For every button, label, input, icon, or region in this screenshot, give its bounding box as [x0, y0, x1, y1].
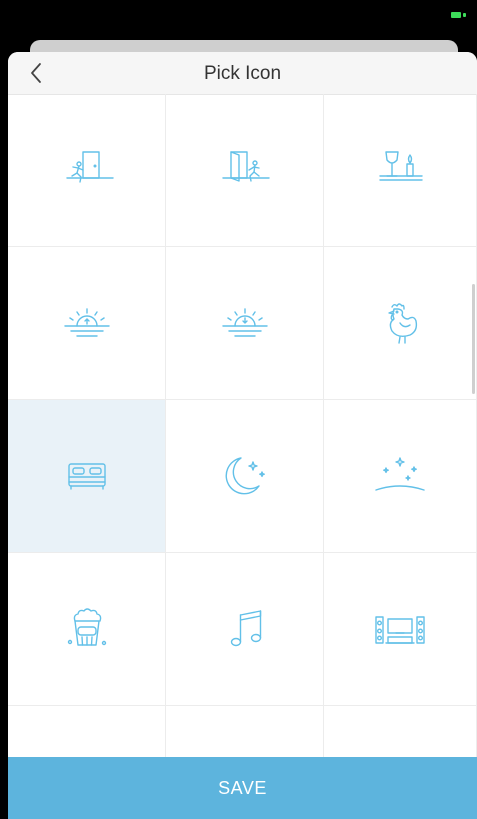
rooster-icon	[388, 303, 418, 344]
icon-cell-empty[interactable]	[324, 706, 477, 759]
icon-cell-popcorn[interactable]	[8, 553, 166, 706]
icon-cell-sunrise[interactable]	[8, 247, 166, 400]
icon-cell-moon[interactable]	[166, 400, 324, 553]
header-bar: Pick Icon	[8, 52, 477, 95]
status-bar	[0, 0, 477, 30]
moon-stars-icon	[225, 457, 265, 495]
battery-cap	[463, 13, 466, 17]
pick-icon-sheet: Pick Icon SAVE	[8, 52, 477, 819]
bed-icon	[67, 463, 106, 490]
icon-cell-home-theater[interactable]	[324, 553, 477, 706]
icon-cell-night-sky[interactable]	[324, 400, 477, 553]
icon-cell-dinner[interactable]	[324, 94, 477, 247]
icon-grid	[8, 94, 477, 759]
icon-cell-leave-home[interactable]	[8, 94, 166, 247]
dinner-candle-icon	[379, 151, 423, 181]
scrollbar[interactable]	[472, 284, 475, 394]
save-button[interactable]: SAVE	[8, 757, 477, 819]
icon-cell-sunset[interactable]	[166, 247, 324, 400]
night-sky-icon	[375, 457, 425, 491]
sunset-icon	[221, 308, 268, 337]
icon-cell-empty[interactable]	[166, 706, 324, 759]
leave-home-icon	[65, 151, 114, 183]
popcorn-icon	[67, 608, 106, 646]
sunrise-icon	[63, 308, 110, 337]
battery-icon	[451, 12, 461, 18]
icon-cell-empty[interactable]	[8, 706, 166, 759]
page-title: Pick Icon	[203, 63, 282, 84]
music-note-icon	[230, 610, 261, 647]
icon-cell-arrive-home[interactable]	[166, 94, 324, 247]
icon-cell-music[interactable]	[166, 553, 324, 706]
arrive-home-icon	[221, 151, 270, 182]
icon-cell-bed[interactable]	[8, 400, 166, 553]
home-theater-icon	[375, 616, 425, 644]
icon-cell-rooster[interactable]	[324, 247, 477, 400]
